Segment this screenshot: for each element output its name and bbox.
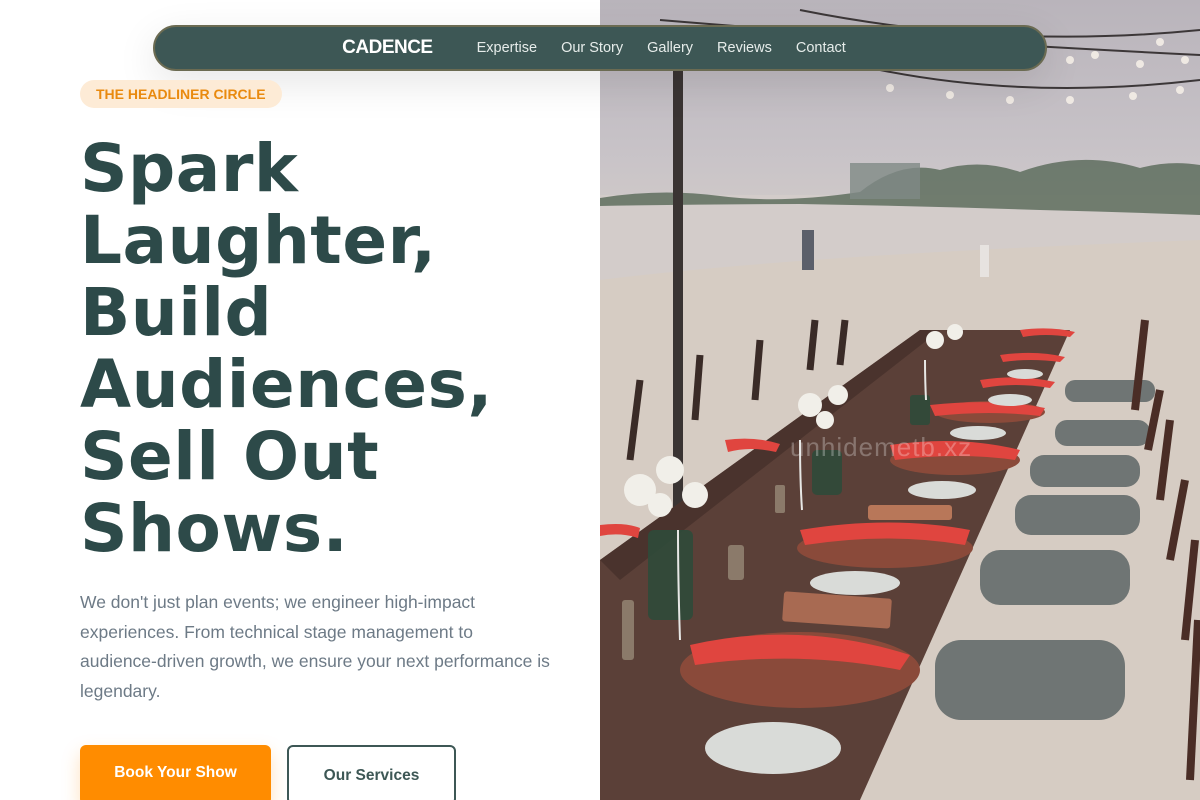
our-services-button[interactable]: Our Services (287, 745, 456, 800)
hero-headline: Spark Laughter, Build Audiences, Sell Ou… (80, 133, 580, 565)
beach-dinner-illustration (600, 9, 1200, 800)
headline-line: Sell Out (80, 418, 380, 495)
hero-description: We don't just plan events; we engineer h… (80, 592, 550, 701)
image-watermark: unhidemetb.xz (790, 432, 973, 462)
book-your-show-button[interactable]: Book Your Show (80, 745, 271, 800)
hero-photo: unhidemetb.xz (600, 0, 1200, 800)
nav-link-contact[interactable]: Contact (796, 40, 846, 56)
top-navigation: CADENCE Expertise Our Story Gallery Revi… (153, 25, 1047, 71)
headline-line: Shows. (80, 490, 349, 567)
headline-line: Audiences, (80, 346, 493, 423)
headline-line: Laughter, (80, 202, 437, 279)
headline-line: Build (80, 274, 273, 351)
nav-link-expertise[interactable]: Expertise (477, 40, 537, 56)
headline-line: Spark (80, 130, 299, 207)
nav-link-gallery[interactable]: Gallery (647, 40, 693, 56)
nav-link-our-story[interactable]: Our Story (561, 40, 623, 56)
hero-badge: THE HEADLINER CIRCLE (80, 80, 282, 108)
brand-logo[interactable]: CADENCE (342, 37, 433, 59)
nav-link-reviews[interactable]: Reviews (717, 40, 772, 56)
